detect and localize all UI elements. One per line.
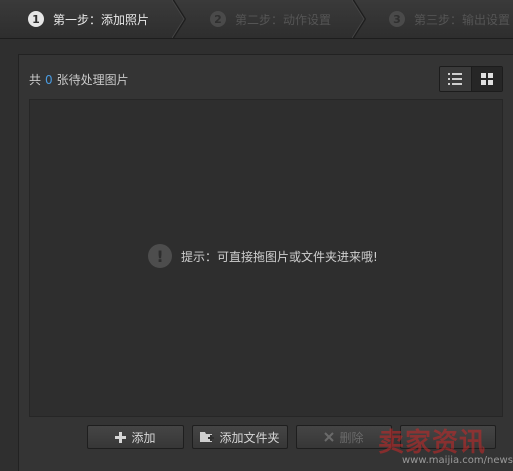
chevron-right-icon xyxy=(352,0,366,38)
add-folder-button-label: 添加文件夹 xyxy=(219,430,280,445)
hint-text: 提示：可直接拖图片或文件夹进来哦! xyxy=(181,249,378,264)
step-bar: 1 第一步：添加照片 2 第二步：动作设置 3 第三步：输出设置 xyxy=(0,0,513,39)
count-value: 0 xyxy=(45,73,53,87)
drop-hint: ! 提示：可直接拖图片或文件夹进来哦! xyxy=(148,244,378,268)
step-2-label: 第二步：动作设置 xyxy=(235,12,332,27)
close-icon xyxy=(324,432,335,442)
folder-add-icon xyxy=(200,431,215,443)
step-2-number: 2 xyxy=(210,11,226,27)
image-count: 共 0 张待处理图片 xyxy=(29,71,129,88)
add-button[interactable]: 添加 xyxy=(87,425,184,449)
step-3-number: 3 xyxy=(389,11,405,27)
step-3-label: 第三步：输出设置 xyxy=(414,12,511,27)
list-view-button[interactable] xyxy=(440,67,471,91)
add-folder-button[interactable]: 添加文件夹 xyxy=(192,425,288,449)
step-1[interactable]: 1 第一步：添加照片 xyxy=(28,0,149,38)
photo-panel: 共 0 张待处理图片 ! 提示：可直接拖图片或文件夹进来哦! xyxy=(18,54,513,471)
add-button-label: 添加 xyxy=(131,430,156,445)
delete-button-label: 删除 xyxy=(339,430,364,445)
grid-icon xyxy=(480,73,493,85)
list-icon xyxy=(448,73,463,85)
app-window: 1 第一步：添加照片 2 第二步：动作设置 3 第三步：输出设置 共 0 张待处理图… xyxy=(0,0,513,471)
count-prefix: 共 xyxy=(29,73,42,87)
grid-view-button[interactable] xyxy=(470,67,502,91)
step-3[interactable]: 3 第三步：输出设置 xyxy=(389,0,510,38)
step-1-label: 第一步：添加照片 xyxy=(53,12,150,27)
view-toggle xyxy=(439,66,503,92)
step-2[interactable]: 2 第二步：动作设置 xyxy=(210,0,331,38)
chevron-right-icon xyxy=(172,0,186,38)
watermark-text: 卖家资讯 xyxy=(378,428,487,458)
count-suffix: 张待处理图片 xyxy=(56,73,129,87)
step-1-number: 1 xyxy=(28,11,44,27)
drop-area[interactable]: ! 提示：可直接拖图片或文件夹进来哦! xyxy=(29,99,503,417)
plus-icon xyxy=(115,431,127,443)
watermark-url: www.maijia.com/news xyxy=(402,455,513,466)
info-icon: ! xyxy=(148,244,172,268)
